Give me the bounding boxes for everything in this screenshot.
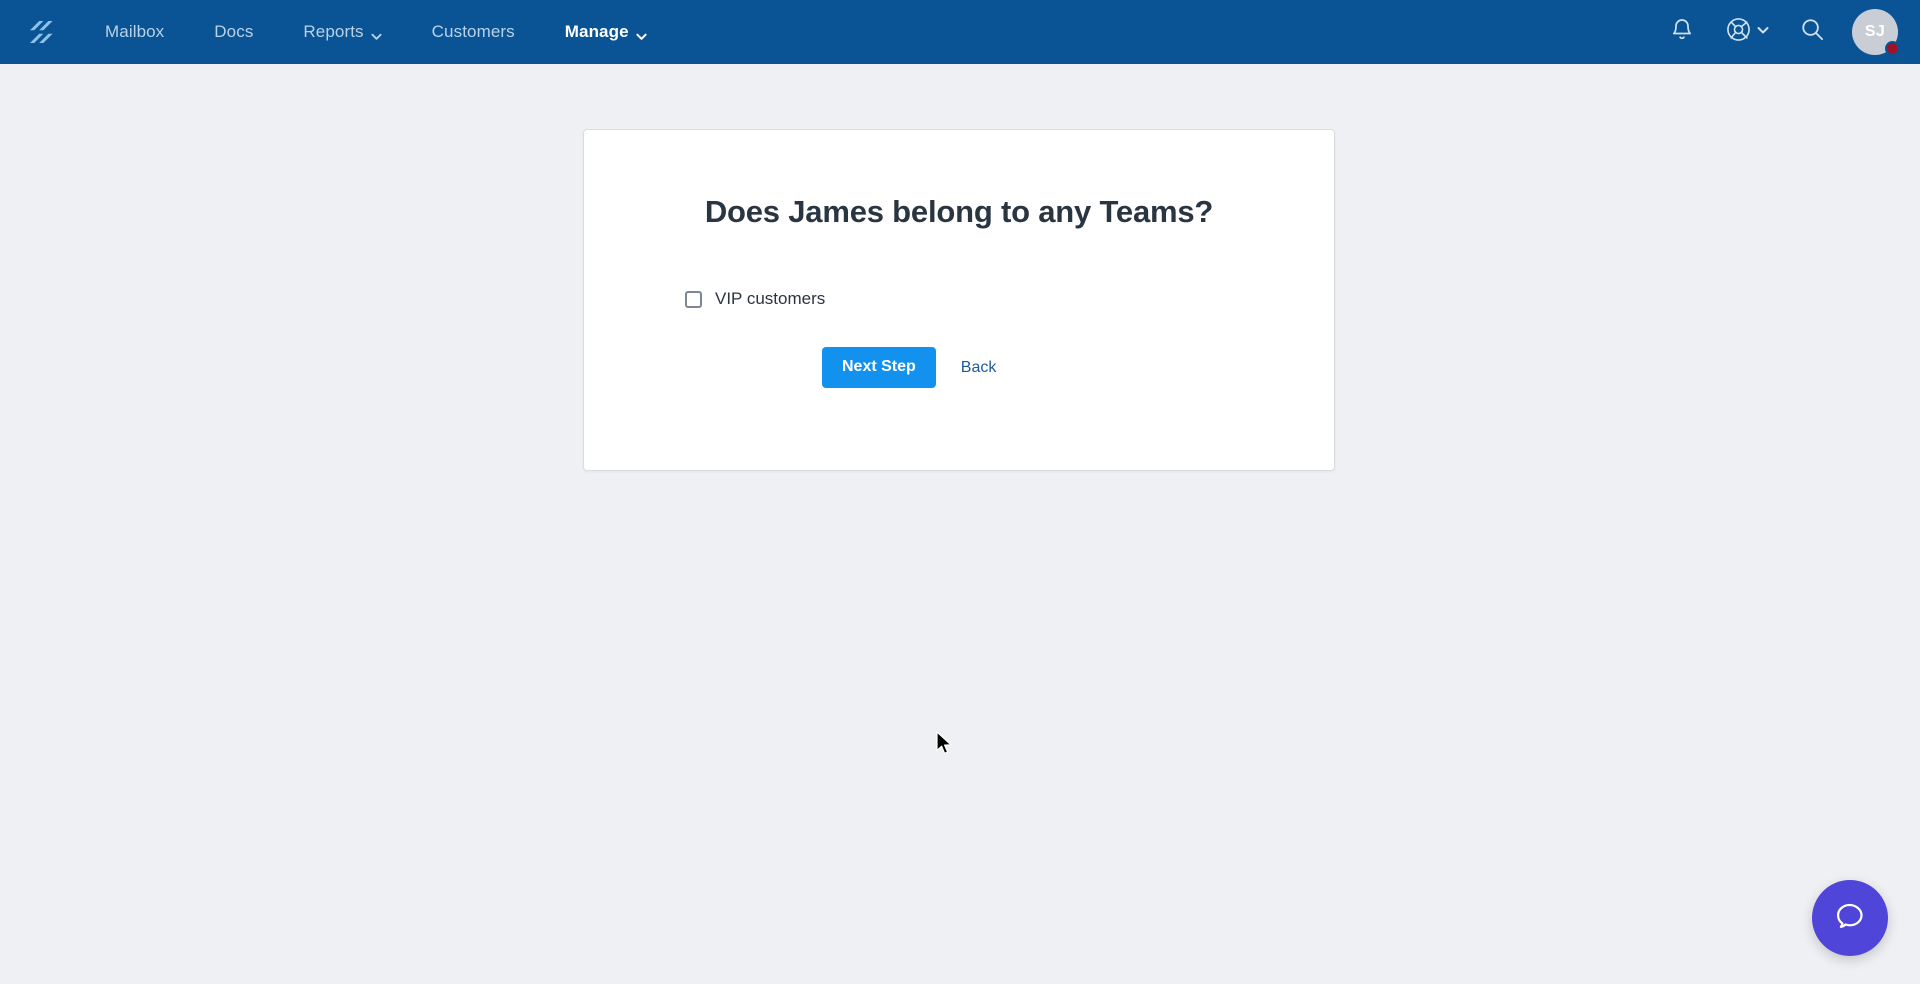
chat-bubble-icon xyxy=(1833,899,1867,938)
page-title: Does James belong to any Teams? xyxy=(704,194,1214,229)
helpscout-logo[interactable] xyxy=(20,12,66,52)
top-navbar: Mailbox Docs Reports Customers Manage SJ xyxy=(0,0,1920,64)
nav-item-customers[interactable]: Customers xyxy=(407,0,540,64)
back-button[interactable]: Back xyxy=(948,353,1010,383)
help-menu-button[interactable] xyxy=(1710,0,1784,64)
lifebuoy-icon xyxy=(1726,17,1751,47)
search-button[interactable] xyxy=(1784,0,1840,64)
chevron-down-icon xyxy=(371,27,382,40)
team-checkbox-vip-customers[interactable] xyxy=(685,290,702,308)
chevron-down-icon xyxy=(1757,23,1769,41)
search-icon xyxy=(1800,17,1825,47)
chevron-down-icon xyxy=(636,27,647,40)
list-item[interactable]: VIP customers xyxy=(685,289,825,309)
navbar-right-actions: SJ xyxy=(1654,0,1900,64)
nav-item-customers-label: Customers xyxy=(431,22,515,41)
bell-icon xyxy=(1670,17,1694,47)
beacon-chat-button[interactable] xyxy=(1812,880,1888,956)
card-actions: Next Step Back xyxy=(584,347,1334,388)
nav-item-docs-label: Docs xyxy=(214,22,254,41)
nav-item-docs[interactable]: Docs xyxy=(189,0,278,64)
nav-item-reports[interactable]: Reports xyxy=(278,0,406,64)
mouse-cursor xyxy=(936,731,956,757)
notifications-button[interactable] xyxy=(1654,0,1710,64)
status-badge xyxy=(1885,41,1900,56)
team-checkbox-label: VIP customers xyxy=(715,289,826,308)
nav-item-mailbox[interactable]: Mailbox xyxy=(80,0,189,64)
nav-item-mailbox-label: Mailbox xyxy=(105,22,165,41)
nav-item-manage[interactable]: Manage xyxy=(540,0,672,64)
teams-assignment-card: Does James belong to any Teams? VIP cust… xyxy=(583,129,1335,471)
avatar[interactable]: SJ xyxy=(1852,9,1900,56)
next-step-button[interactable]: Next Step xyxy=(822,347,936,388)
nav-item-manage-label: Manage xyxy=(564,22,629,41)
team-checkbox-list: VIP customers xyxy=(584,289,1334,309)
nav-item-reports-label: Reports xyxy=(303,22,364,41)
primary-nav: Mailbox Docs Reports Customers Manage xyxy=(80,0,672,64)
